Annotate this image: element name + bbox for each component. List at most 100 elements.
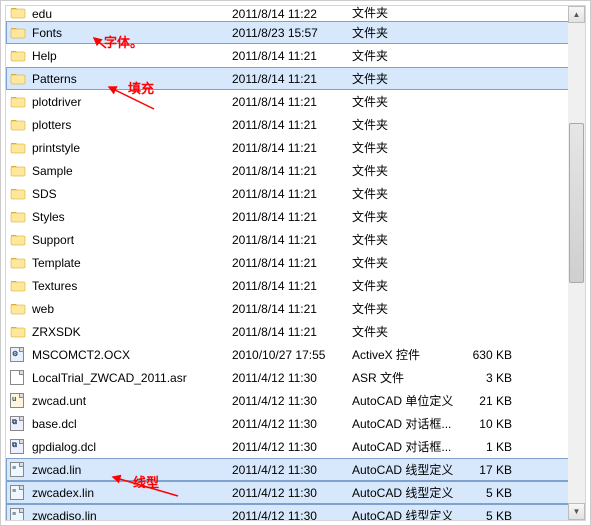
file-date: 2011/8/14 11:21 [232,279,352,293]
file-name: web [32,302,232,316]
file-size: 3 KB [462,371,518,385]
file-size: 5 KB [462,509,518,522]
file-row[interactable]: ≡ zwcad.lin2011/4/12 11:30AutoCAD 线型定义17 … [6,458,585,481]
vertical-scrollbar[interactable]: ▲ ▼ [568,6,585,520]
file-type: 文件夹 [352,6,462,21]
lin-icon: ≡ [10,508,26,522]
file-date: 2011/8/14 11:21 [232,187,352,201]
lin-icon: ≡ [10,485,26,501]
file-name: SDS [32,187,232,201]
file-size: 21 KB [462,394,518,408]
file-type: ASR 文件 [352,369,462,386]
file-name: Help [32,49,232,63]
file-type: AutoCAD 线型定义 [352,461,462,478]
file-name: Patterns [32,72,232,86]
file-row[interactable]: Help2011/8/14 11:21文件夹 [6,44,585,67]
file-name: Styles [32,210,232,224]
file-date: 2011/8/14 11:21 [232,302,352,316]
folder-icon [10,94,26,110]
folder-icon [10,278,26,294]
dcl-icon: ⧉ [10,439,26,455]
file-row[interactable]: ⧉base.dcl2011/4/12 11:30AutoCAD 对话框...10… [6,412,585,435]
file-type: 文件夹 [352,162,462,179]
file-row[interactable]: ZRXSDK2011/8/14 11:21文件夹 [6,320,585,343]
file-row[interactable]: Template2011/8/14 11:21文件夹 [6,251,585,274]
file-date: 2011/8/14 11:21 [232,233,352,247]
file-type: 文件夹 [352,70,462,87]
file-name: Textures [32,279,232,293]
file-date: 2011/8/14 11:21 [232,49,352,63]
file-row[interactable]: Support2011/8/14 11:21文件夹 [6,228,585,251]
folder-icon [10,301,26,317]
file-type: 文件夹 [352,24,462,41]
scroll-thumb[interactable] [569,123,584,283]
file-date: 2011/8/14 11:21 [232,118,352,132]
file-date: 2011/4/12 11:30 [232,417,352,431]
file-name: MSCOMCT2.OCX [32,348,232,362]
file-row[interactable]: SDS2011/8/14 11:21文件夹 [6,182,585,205]
file-date: 2011/8/14 11:21 [232,210,352,224]
file-row[interactable]: Patterns2011/8/14 11:21文件夹 [6,67,585,90]
file-date: 2011/8/14 11:21 [232,256,352,270]
file-name: zwcad.lin [32,463,232,477]
folder-icon [10,71,26,87]
file-name: plotdriver [32,95,232,109]
folder-icon [10,25,26,41]
file-row[interactable]: plotdriver2011/8/14 11:21文件夹 [6,90,585,113]
file-date: 2011/8/23 15:57 [232,26,352,40]
file-name: printstyle [32,141,232,155]
folder-icon [10,117,26,133]
scroll-down-button[interactable]: ▼ [568,503,585,520]
file-type: 文件夹 [352,277,462,294]
file-row[interactable]: ≡zwcadiso.lin2011/4/12 11:30AutoCAD 线型定义… [6,504,585,521]
file-name: plotters [32,118,232,132]
file-name: zwcad.unt [32,394,232,408]
file-row[interactable]: uzwcad.unt2011/4/12 11:30AutoCAD 单位定义21 … [6,389,585,412]
file-name: LocalTrial_ZWCAD_2011.asr [32,371,232,385]
dcl-icon: ⧉ [10,416,26,432]
file-size: 10 KB [462,417,518,431]
file-date: 2011/4/12 11:30 [232,371,352,385]
file-type: AutoCAD 线型定义 [352,484,462,501]
folder-icon [10,6,26,21]
lin-icon: ≡ [10,462,26,478]
folder-icon [10,186,26,202]
file-row[interactable]: ≡zwcadex.lin2011/4/12 11:30AutoCAD 线型定义5… [6,481,585,504]
folder-icon [10,140,26,156]
file-date: 2011/4/12 11:30 [232,463,352,477]
asr-icon [10,370,26,386]
scroll-track[interactable] [568,23,585,503]
file-row[interactable]: Fonts2011/8/23 15:57文件夹 [6,21,585,44]
file-name: gpdialog.dcl [32,440,232,454]
file-type: AutoCAD 对话框... [352,438,462,455]
file-type: 文件夹 [352,231,462,248]
file-row[interactable]: Textures2011/8/14 11:21文件夹 [6,274,585,297]
file-row[interactable]: edu2011/8/14 11:22文件夹 [6,6,585,21]
file-row[interactable]: LocalTrial_ZWCAD_2011.asr2011/4/12 11:30… [6,366,585,389]
file-date: 2011/8/14 11:21 [232,141,352,155]
file-rows: edu2011/8/14 11:22文件夹Fonts2011/8/23 15:5… [6,6,585,521]
file-row[interactable]: Sample2011/8/14 11:21文件夹 [6,159,585,182]
file-name: base.dcl [32,417,232,431]
file-date: 2011/4/12 11:30 [232,440,352,454]
ocx-icon: ⚙ [10,347,26,363]
file-row[interactable]: web2011/8/14 11:21文件夹 [6,297,585,320]
file-type: 文件夹 [352,116,462,133]
file-type: 文件夹 [352,93,462,110]
file-row[interactable]: ⧉ gpdialog.dcl2011/4/12 11:30AutoCAD 对话框.… [6,435,585,458]
file-row[interactable]: printstyle2011/8/14 11:21文件夹 [6,136,585,159]
file-list-pane: edu2011/8/14 11:22文件夹Fonts2011/8/23 15:5… [5,5,586,521]
file-name: Fonts [32,26,232,40]
unt-icon: u [10,393,26,409]
file-row[interactable]: ⚙MSCOMCT2.OCX2010/10/27 17:55ActiveX 控件6… [6,343,585,366]
file-row[interactable]: plotters2011/8/14 11:21文件夹 [6,113,585,136]
file-type: AutoCAD 单位定义 [352,392,462,409]
folder-icon [10,48,26,64]
file-size: 17 KB [462,463,518,477]
file-date: 2011/8/14 11:21 [232,164,352,178]
file-type: 文件夹 [352,300,462,317]
file-type: 文件夹 [352,185,462,202]
scroll-up-button[interactable]: ▲ [568,6,585,23]
file-row[interactable]: Styles2011/8/14 11:21文件夹 [6,205,585,228]
file-name: Sample [32,164,232,178]
